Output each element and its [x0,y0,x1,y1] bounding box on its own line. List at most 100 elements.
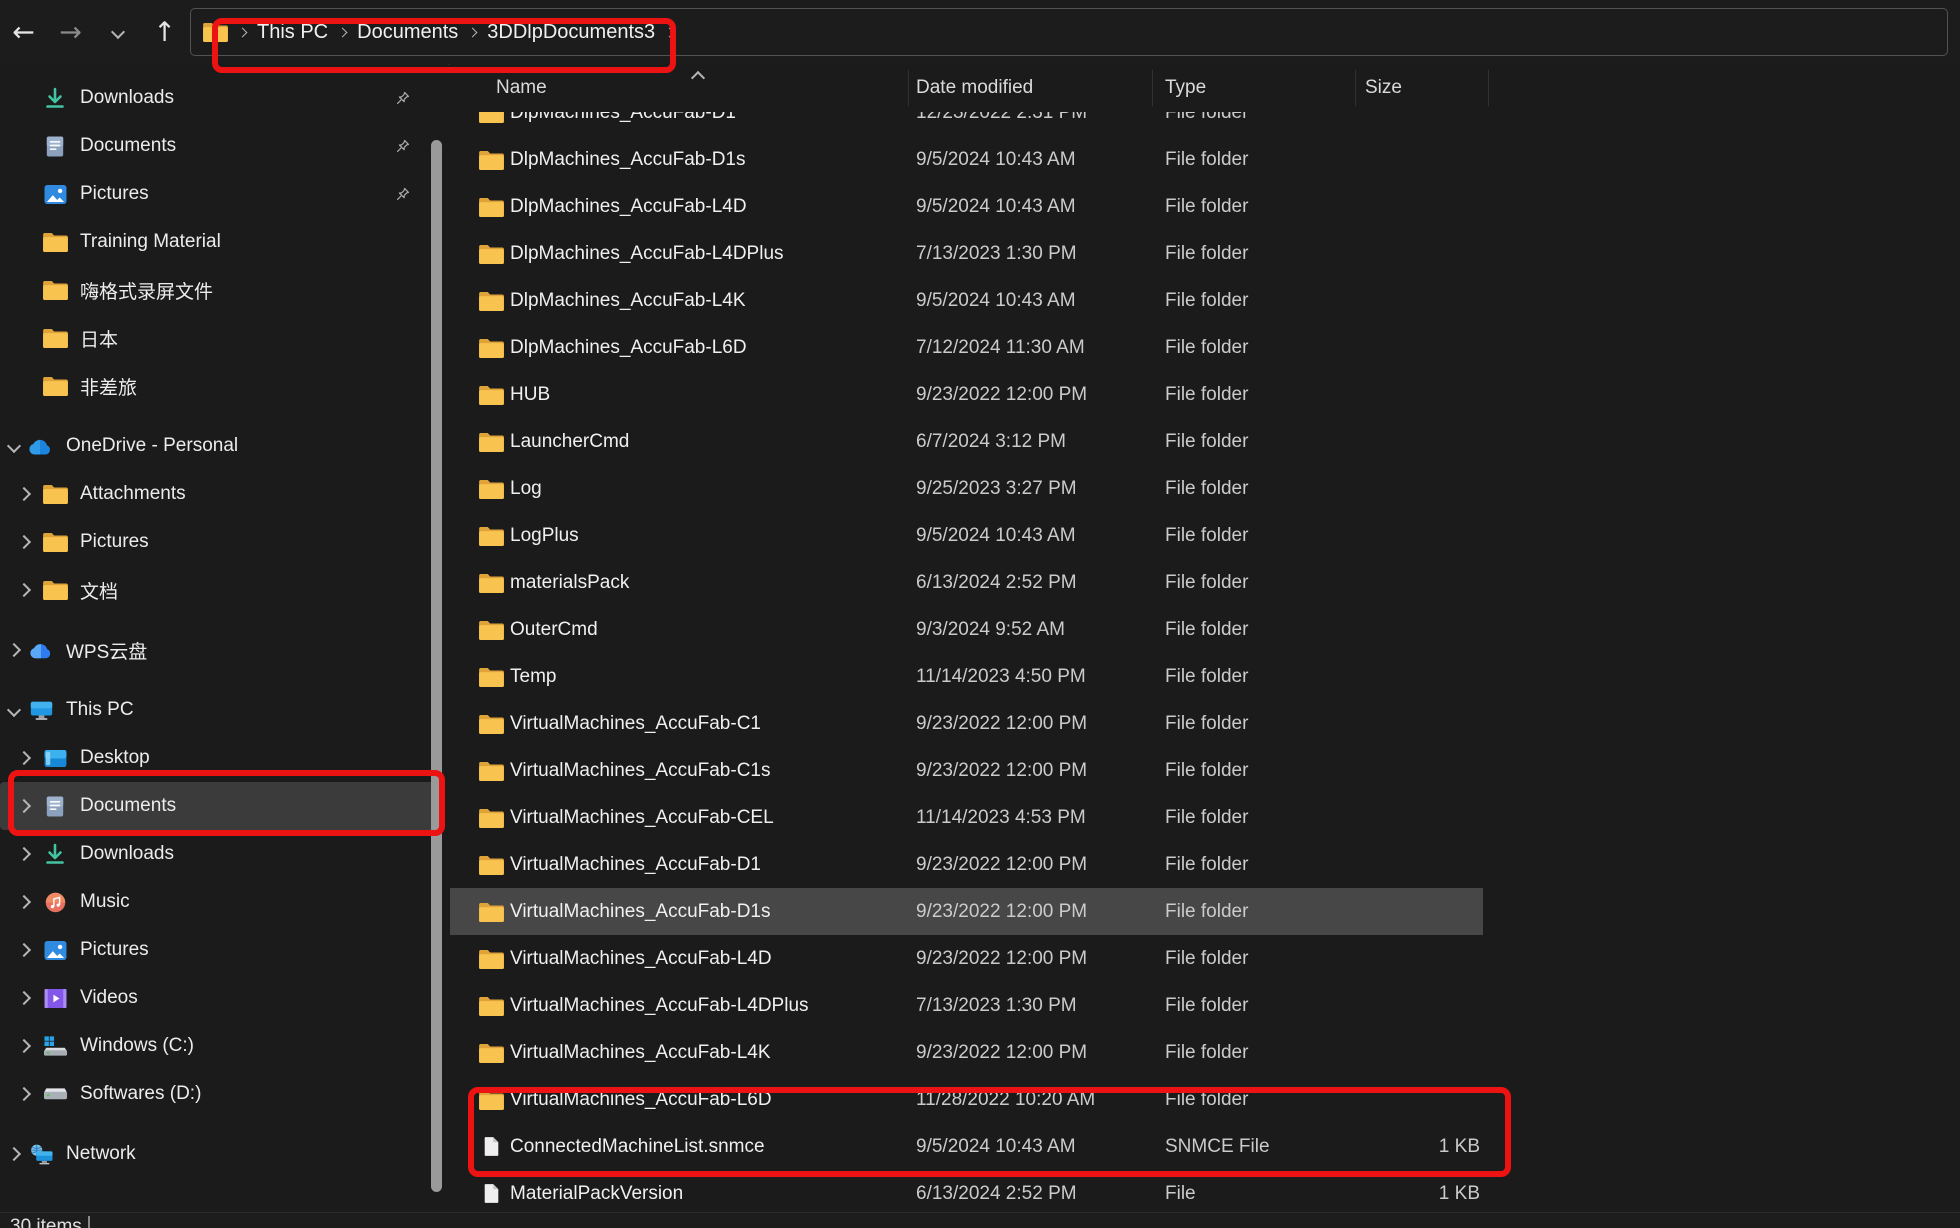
file-date: 11/14/2023 4:50 PM [916,666,1086,688]
file-size: 1 KB [1400,1183,1480,1205]
folder-icon [478,338,504,358]
column-divider[interactable] [1355,70,1356,106]
chevron-right-icon[interactable] [14,489,34,499]
chevron-right-icon[interactable] [14,801,34,811]
file-row[interactable]: DlpMachines_AccuFab-L4D9/5/2024 10:43 AM… [450,183,1483,230]
up-button[interactable]: ↑ [141,8,188,56]
file-row[interactable]: DlpMachines_AccuFab-D112/23/2022 2:31 PM… [450,112,1483,136]
forward-button[interactable]: → [47,8,94,56]
address-bar[interactable]: This PC Documents 3DDlpDocuments3 [190,8,1948,56]
sidebar-item-onedrive[interactable]: OneDrive - Personal [0,422,448,470]
column-divider[interactable] [1152,70,1153,106]
file-row[interactable]: VirtualMachines_AccuFab-L6D11/28/2022 10… [450,1076,1483,1123]
sidebar-item-label: 日本 [80,325,118,352]
file-row[interactable]: DlpMachines_AccuFab-D1s9/5/2024 10:43 AM… [450,136,1483,183]
file-row[interactable]: DlpMachines_AccuFab-L4DPlus7/13/2023 1:3… [450,230,1483,277]
file-row[interactable]: VirtualMachines_AccuFab-C1s9/23/2022 12:… [450,747,1483,794]
file-list-pane: Name Date modified Type Size DlpMachines… [450,64,1960,1228]
chevron-right-icon[interactable] [14,1089,34,1099]
sidebar-item-qa-downloads[interactable]: Downloads [0,74,448,122]
breadcrumb-3ddlpdocuments3[interactable]: 3DDlpDocuments3 [487,21,655,44]
file-date: 9/23/2022 12:00 PM [916,1042,1087,1064]
column-header-name[interactable]: Name [496,64,547,112]
column-header-type[interactable]: Type [1165,64,1206,112]
sidebar-item-this-pc[interactable]: This PC [0,686,448,734]
chevron-down-icon[interactable] [4,441,24,451]
sidebar-item-qa-screen-recordings[interactable]: 嗨格式录屏文件 [0,266,448,314]
file-type: File [1165,1183,1196,1205]
file-row[interactable]: VirtualMachines_AccuFab-C19/23/2022 12:0… [450,700,1483,747]
file-row[interactable]: DlpMachines_AccuFab-L4K9/5/2024 10:43 AM… [450,277,1483,324]
sidebar-item-label: Downloads [80,87,174,109]
sidebar-item-qa-training-material[interactable]: Training Material [0,218,448,266]
chevron-right-icon[interactable] [14,897,34,907]
chevron-right-icon[interactable] [14,1041,34,1051]
column-divider[interactable] [908,70,909,106]
column-header-size[interactable]: Size [1365,64,1402,112]
sidebar-item-qa-non-travel[interactable]: 非差旅 [0,362,448,410]
chevron-right-icon [468,27,478,37]
file-row[interactable]: Temp11/14/2023 4:50 PMFile folder [450,653,1483,700]
sidebar-scrollbar[interactable] [431,140,442,1192]
sidebar-item-wps-cloud[interactable]: WPS云盘 [0,626,448,674]
file-row[interactable]: VirtualMachines_AccuFab-L4K9/23/2022 12:… [450,1029,1483,1076]
file-row[interactable]: VirtualMachines_AccuFab-L4D9/23/2022 12:… [450,935,1483,982]
chevron-right-icon[interactable] [14,753,34,763]
sidebar-item-pc-music[interactable]: Music [0,878,448,926]
recent-locations-button[interactable] [94,8,141,56]
sidebar-item-pc-pictures[interactable]: Pictures [0,926,448,974]
sidebar-item-network[interactable]: Network [0,1130,448,1178]
chevron-right-icon[interactable] [4,645,24,655]
breadcrumb-this-pc[interactable]: This PC [257,21,328,44]
breadcrumb-documents[interactable]: Documents [357,21,458,44]
file-row[interactable]: materialsPack6/13/2024 2:52 PMFile folde… [450,559,1483,606]
file-date: 9/25/2023 3:27 PM [916,478,1077,500]
sidebar-item-od-pictures[interactable]: Pictures [0,518,448,566]
file-row[interactable]: VirtualMachines_AccuFab-CEL11/14/2023 4:… [450,794,1483,841]
chevron-right-icon[interactable] [14,849,34,859]
sidebar-item-pc-windows-c[interactable]: Windows (C:) [0,1022,448,1070]
file-row[interactable]: MaterialPackVersion6/13/2024 2:52 PMFile… [450,1170,1483,1217]
sidebar-item-pc-softwares-d[interactable]: Softwares (D:) [0,1070,448,1118]
chevron-right-icon[interactable] [4,1149,24,1159]
sidebar-item-qa-japan[interactable]: 日本 [0,314,448,362]
file-row[interactable]: VirtualMachines_AccuFab-D1s9/23/2022 12:… [450,888,1483,935]
file-row[interactable]: LogPlus9/5/2024 10:43 AMFile folder [450,512,1483,559]
folder-icon [203,22,228,42]
sidebar-item-label: 嗨格式录屏文件 [80,277,213,304]
file-row[interactable]: Log9/25/2023 3:27 PMFile folder [450,465,1483,512]
chevron-down-icon[interactable] [4,705,24,715]
file-date: 11/28/2022 10:20 AM [916,1089,1095,1111]
sidebar-item-od-documents-cn[interactable]: 文档 [0,566,448,614]
back-button[interactable]: ← [0,8,47,56]
sidebar-item-pc-documents[interactable]: Documents [0,782,438,830]
file-row[interactable]: VirtualMachines_AccuFab-L4DPlus7/13/2023… [450,982,1483,1029]
file-row[interactable]: OuterCmd9/3/2024 9:52 AMFile folder [450,606,1483,653]
file-row[interactable]: VirtualMachines_AccuFab-D19/23/2022 12:0… [450,841,1483,888]
sidebar-item-pc-downloads[interactable]: Downloads [0,830,448,878]
column-divider[interactable] [1488,70,1489,106]
sidebar-item-od-attachments[interactable]: Attachments [0,470,448,518]
file-row[interactable]: ConnectedMachineList.snmce9/5/2024 10:43… [450,1123,1483,1170]
file-name: HUB [510,384,550,406]
file-row[interactable]: DlpMachines_AccuFab-L6D7/12/2024 11:30 A… [450,324,1483,371]
chevron-right-icon[interactable] [14,945,34,955]
chevron-right-icon[interactable] [14,537,34,547]
file-row[interactable]: LauncherCmd6/7/2024 3:12 PMFile folder [450,418,1483,465]
file-type: File folder [1165,807,1248,829]
file-date: 9/23/2022 12:00 PM [916,760,1087,782]
sidebar-item-qa-pictures[interactable]: Pictures [0,170,448,218]
sidebar-item-pc-desktop[interactable]: Desktop [0,734,448,782]
desktop-icon [42,749,68,768]
folder-icon [478,808,504,828]
folder-icon [478,479,504,499]
chevron-right-icon[interactable] [14,993,34,1003]
column-header-date-modified[interactable]: Date modified [916,64,1033,112]
file-row[interactable]: HUB9/23/2022 12:00 PMFile folder [450,371,1483,418]
pictures-icon [42,940,68,961]
sort-ascending-icon [691,71,705,85]
file-type: File folder [1165,149,1248,171]
chevron-right-icon[interactable] [14,585,34,595]
sidebar-item-qa-documents[interactable]: Documents [0,122,448,170]
sidebar-item-pc-videos[interactable]: Videos [0,974,448,1022]
